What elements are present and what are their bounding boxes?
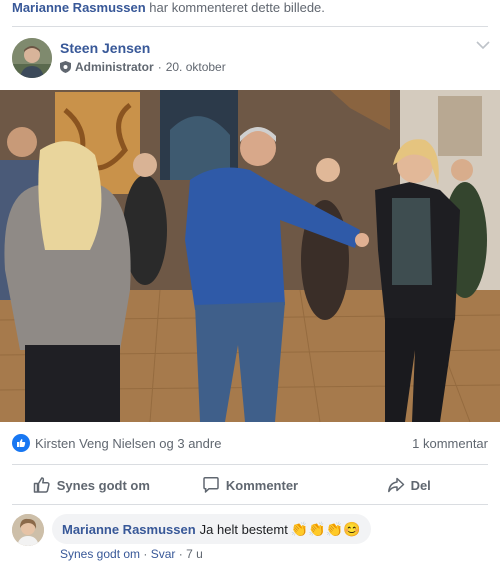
- author-role: Administrator: [75, 60, 154, 74]
- post-photo[interactable]: [0, 90, 500, 422]
- share-button-label: Del: [410, 477, 431, 493]
- like-button[interactable]: Synes godt om: [12, 468, 171, 502]
- comment-button[interactable]: Kommenter: [171, 468, 330, 502]
- post-author-link[interactable]: Steen Jensen: [60, 40, 150, 56]
- dancing-photo-image: [0, 90, 500, 422]
- post-header: Steen Jensen Administrator · 20. oktober: [12, 38, 500, 80]
- like-icon: [12, 434, 30, 452]
- comment-footer: Synes godt om · Svar · 7 u: [60, 547, 203, 561]
- comment-count-link[interactable]: 1 kommentar: [412, 436, 488, 451]
- like-button-label: Synes godt om: [56, 477, 150, 493]
- comment-age-link[interactable]: 7 u: [186, 547, 203, 561]
- share-arrow-icon: [387, 477, 404, 493]
- reactors-names[interactable]: Kirsten Veng Nielsen og 3 andre: [35, 436, 221, 451]
- comment-like-link[interactable]: Synes godt om: [60, 547, 140, 561]
- thumbs-up-icon: [33, 477, 50, 493]
- post-meta: Administrator · 20. oktober: [60, 60, 226, 74]
- chevron-down-icon[interactable]: [476, 40, 490, 50]
- post-date-link[interactable]: 20. oktober: [166, 60, 226, 74]
- comment-button-label: Kommenter: [225, 477, 299, 493]
- divider: [12, 26, 488, 27]
- comment-icon: [203, 477, 219, 493]
- activity-text: har kommenteret dette billede.: [149, 0, 325, 15]
- commenter-avatar[interactable]: [12, 514, 44, 546]
- share-button[interactable]: Del: [329, 468, 488, 502]
- comment-bubble: Marianne Rasmussen Ja helt bestemt 👏👏👏😊: [52, 514, 371, 544]
- footer-separator: ·: [178, 547, 183, 561]
- commenter-name-link[interactable]: Marianne Rasmussen: [62, 522, 196, 537]
- commenter-avatar-image: [12, 514, 44, 546]
- divider: [12, 464, 488, 465]
- author-avatar-image: [12, 38, 52, 78]
- post-actions: Synes godt om Kommenter Del: [12, 468, 488, 502]
- activity-actor-link[interactable]: Marianne Rasmussen: [12, 0, 146, 15]
- comment-reply-link[interactable]: Svar: [151, 547, 176, 561]
- activity-line: Marianne Rasmussen har kommenteret dette…: [12, 0, 325, 18]
- admin-shield-icon: [60, 61, 71, 73]
- comment-item: Marianne Rasmussen Ja helt bestemt 👏👏👏😊 …: [12, 512, 488, 562]
- reactions-bar: Kirsten Veng Nielsen og 3 andre 1 kommen…: [12, 432, 488, 454]
- author-avatar[interactable]: [12, 38, 52, 78]
- footer-separator: ·: [143, 547, 148, 561]
- meta-separator: ·: [157, 60, 162, 74]
- reactors-summary[interactable]: Kirsten Veng Nielsen og 3 andre: [12, 434, 221, 452]
- comment-text: Ja helt bestemt: [199, 521, 288, 537]
- comment-emojis: 👏👏👏😊: [290, 520, 361, 537]
- divider: [12, 504, 488, 505]
